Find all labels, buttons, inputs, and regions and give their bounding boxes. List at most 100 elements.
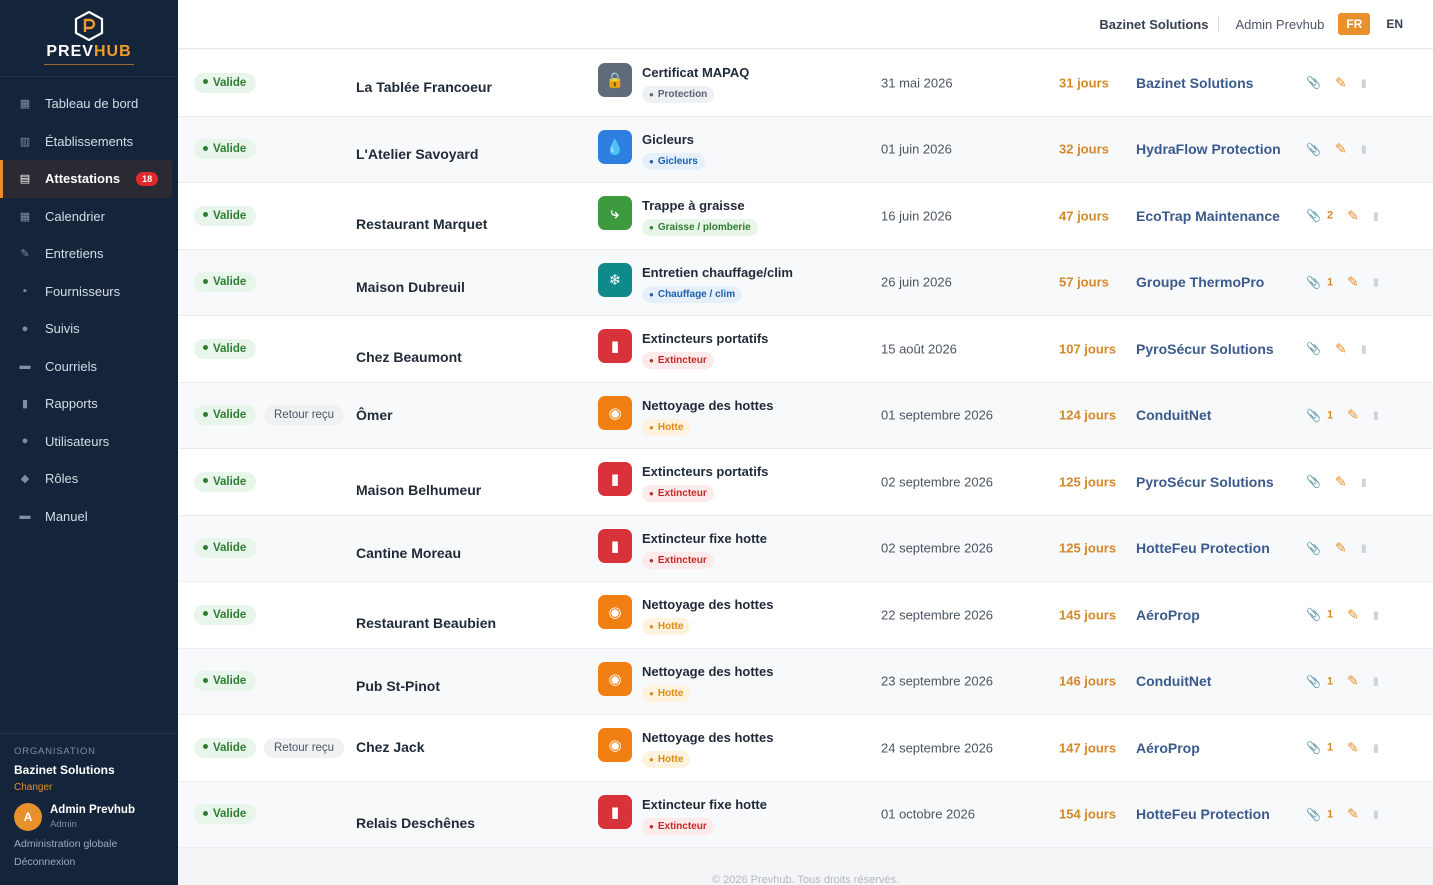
trash-icon[interactable]: ▮: [1373, 409, 1379, 422]
sidebar-item-rapports[interactable]: ▮ Rapports: [0, 385, 178, 423]
paperclip-icon[interactable]: 📎: [1306, 342, 1321, 356]
user-block[interactable]: A Admin Prevhub Admin: [14, 803, 164, 831]
provider-link[interactable]: ConduitNet: [1136, 673, 1211, 689]
paperclip-icon[interactable]: 📎: [1306, 608, 1321, 622]
establishment-name[interactable]: Chez Jack: [356, 739, 424, 755]
table-row[interactable]: Valide Retour reçu Ômer ◉ Nettoyage des hott…: [178, 382, 1433, 449]
establishment-name[interactable]: Restaurant Marquet: [356, 216, 487, 232]
edit-icon[interactable]: ✎: [1335, 473, 1347, 490]
trash-icon[interactable]: ▮: [1361, 76, 1367, 89]
table-row[interactable]: Valide Pub St-Pinot ◉ Nettoyage des hottes H…: [178, 648, 1433, 715]
table-row[interactable]: Valide Retour reçu Chez Jack ◉ Nettoyage des…: [178, 715, 1433, 782]
sidebar-item-entretiens[interactable]: ✎ Entretiens: [0, 235, 178, 273]
provider-link[interactable]: HotteFeu Protection: [1136, 806, 1270, 822]
provider-link[interactable]: PyroSécur Solutions: [1136, 474, 1274, 490]
provider-link[interactable]: HotteFeu Protection: [1136, 540, 1270, 556]
table-row[interactable]: Valide Restaurant Marquet ⤷ Trappe à graiss…: [178, 183, 1433, 250]
edit-icon[interactable]: ✎: [1347, 806, 1359, 823]
provider-link[interactable]: ConduitNet: [1136, 407, 1211, 423]
current-user[interactable]: Admin Prevhub: [1235, 17, 1324, 32]
edit-icon[interactable]: ✎: [1335, 141, 1347, 158]
sidebar-item-roles[interactable]: ◆ Rôles: [0, 460, 178, 498]
paperclip-icon[interactable]: 📎: [1306, 541, 1321, 555]
table-row[interactable]: Valide Cantine Moreau ▮ Extincteur fixe hot…: [178, 515, 1433, 582]
table-row[interactable]: Valide Relais Deschênes ▮ Extincteur fixe h…: [178, 781, 1433, 848]
table-row[interactable]: Valide Chez Beaumont ▮ Extincteurs portatif…: [178, 316, 1433, 383]
table-row[interactable]: Valide L'Atelier Savoyard 💧 Gicleurs Gicleur…: [178, 116, 1433, 183]
sidebar-item-etablissements[interactable]: ▥ Établissements: [0, 123, 178, 161]
provider-link[interactable]: Groupe ThermoPro: [1136, 274, 1264, 290]
sidebar: PREVHUB ▦ Tableau de bord ▥ Établissements ▤…: [0, 0, 178, 885]
sidebar-item-manuel[interactable]: ▬ Manuel: [0, 498, 178, 536]
edit-icon[interactable]: ✎: [1335, 340, 1347, 357]
establishment-name[interactable]: Restaurant Beaubien: [356, 615, 496, 631]
establishment-name[interactable]: Cantine Moreau: [356, 545, 461, 561]
trash-icon[interactable]: ▮: [1373, 276, 1379, 289]
provider-link[interactable]: EcoTrap Maintenance: [1136, 208, 1280, 224]
edit-icon[interactable]: ✎: [1347, 207, 1359, 224]
paperclip-icon[interactable]: 📎: [1306, 209, 1321, 223]
sidebar-item-utilisateurs[interactable]: ● Utilisateurs: [0, 423, 178, 461]
establishment-name[interactable]: Chez Beaumont: [356, 349, 462, 365]
paperclip-icon[interactable]: 📎: [1306, 76, 1321, 90]
sidebar-item-calendrier[interactable]: ▦ Calendrier: [0, 198, 178, 236]
paperclip-icon[interactable]: 📎: [1306, 807, 1321, 821]
row-actions: 📎 ✎ ▮: [1306, 340, 1367, 357]
lang-en-button[interactable]: EN: [1378, 13, 1411, 35]
sidebar-footer: ORGANISATION Bazinet Solutions Changer A…: [0, 733, 178, 880]
sidebar-item-tableau-de-bord[interactable]: ▦ Tableau de bord: [0, 85, 178, 123]
category-badge: Extincteur: [642, 817, 714, 835]
edit-icon[interactable]: ✎: [1347, 739, 1359, 756]
establishment-name[interactable]: Maison Dubreuil: [356, 279, 465, 295]
paperclip-icon[interactable]: 📎: [1306, 275, 1321, 289]
paperclip-icon[interactable]: 📎: [1306, 741, 1321, 755]
table-row[interactable]: Valide Restaurant Beaubien ◉ Nettoyage des …: [178, 582, 1433, 649]
current-org[interactable]: Bazinet Solutions: [1099, 16, 1220, 32]
edit-icon[interactable]: ✎: [1335, 540, 1347, 557]
provider-link[interactable]: PyroSécur Solutions: [1136, 341, 1274, 357]
trash-icon[interactable]: ▮: [1361, 475, 1367, 488]
lang-fr-button[interactable]: FR: [1338, 13, 1371, 35]
edit-icon[interactable]: ✎: [1347, 274, 1359, 291]
establishment-name[interactable]: Ômer: [356, 407, 393, 423]
provider-link[interactable]: Bazinet Solutions: [1136, 75, 1253, 91]
trash-icon[interactable]: ▮: [1361, 542, 1367, 555]
sidebar-item-attestations[interactable]: ▤ Attestations 18: [0, 160, 172, 198]
establishment-name[interactable]: La Tablée Francoeur: [356, 79, 492, 95]
table-row[interactable]: Valide Maison Dubreuil ❄ Entretien chauffag…: [178, 249, 1433, 316]
trash-icon[interactable]: ▮: [1361, 342, 1367, 355]
table-row[interactable]: Valide Maison Belhumeur ▮ Extincteurs porta…: [178, 449, 1433, 516]
trash-icon[interactable]: ▮: [1373, 675, 1379, 688]
attachment-count: 1: [1326, 675, 1334, 688]
user-role: Admin: [50, 819, 77, 830]
trash-icon[interactable]: ▮: [1373, 608, 1379, 621]
sidebar-item-suivis[interactable]: ● Suivis: [0, 310, 178, 348]
sidebar-item-fournisseurs[interactable]: ▪ Fournisseurs: [0, 273, 178, 311]
provider-link[interactable]: AéroProp: [1136, 607, 1200, 623]
edit-icon[interactable]: ✎: [1347, 673, 1359, 690]
paperclip-icon[interactable]: 📎: [1306, 142, 1321, 156]
provider-link[interactable]: HydraFlow Protection: [1136, 141, 1281, 157]
global-admin-link[interactable]: Administration globale: [14, 838, 164, 850]
table-row[interactable]: Valide La Tablée Francoeur 🔒 Certificat MAP…: [178, 50, 1433, 117]
sidebar-item-courriels[interactable]: ▬ Courriels: [0, 348, 178, 386]
establishment-name[interactable]: Relais Deschênes: [356, 815, 475, 831]
edit-icon[interactable]: ✎: [1335, 74, 1347, 91]
establishment-name[interactable]: Pub St-Pinot: [356, 678, 440, 694]
establishment-name[interactable]: Maison Belhumeur: [356, 482, 481, 498]
trash-icon[interactable]: ▮: [1373, 808, 1379, 821]
app-logo[interactable]: PREVHUB: [0, 0, 178, 77]
sidebar-item-label: Fournisseurs: [45, 283, 121, 299]
provider-link[interactable]: AéroProp: [1136, 740, 1200, 756]
edit-icon[interactable]: ✎: [1347, 606, 1359, 623]
trash-icon[interactable]: ▮: [1373, 209, 1379, 222]
trash-icon[interactable]: ▮: [1373, 741, 1379, 754]
paperclip-icon[interactable]: 📎: [1306, 674, 1321, 688]
establishment-name[interactable]: L'Atelier Savoyard: [356, 146, 478, 162]
logout-link[interactable]: Déconnexion: [14, 856, 164, 868]
change-org-link[interactable]: Changer: [14, 782, 164, 793]
paperclip-icon[interactable]: 📎: [1306, 408, 1321, 422]
edit-icon[interactable]: ✎: [1347, 407, 1359, 424]
trash-icon[interactable]: ▮: [1361, 143, 1367, 156]
paperclip-icon[interactable]: 📎: [1306, 475, 1321, 489]
